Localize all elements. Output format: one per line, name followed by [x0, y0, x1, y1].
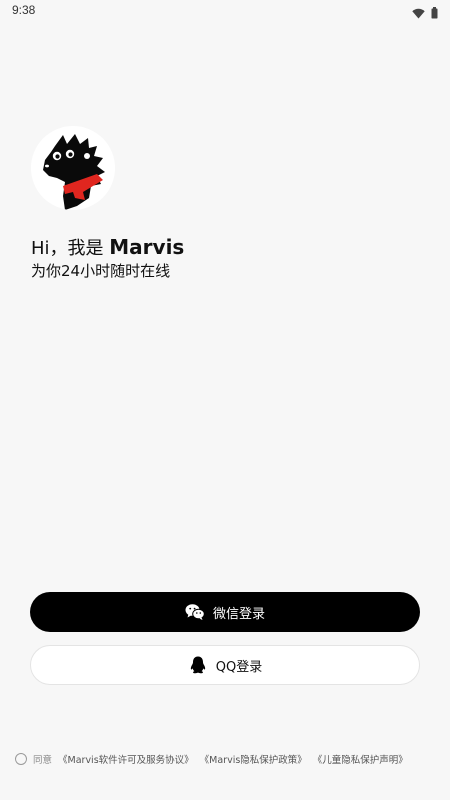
agreement-checkbox[interactable] — [15, 753, 27, 765]
status-time: 9:38 — [12, 3, 36, 17]
agreement-row: 同意 《Marvis软件许可及服务协议》 《Marvis隐私保护政策》 《儿童隐… — [15, 752, 408, 766]
greeting-title: Hi，我是 Marvis — [31, 234, 184, 260]
battery-icon — [431, 4, 438, 23]
marvis-mascot-avatar — [31, 126, 115, 210]
privacy-policy-link[interactable]: 《Marvis隐私保护政策》 — [200, 752, 307, 766]
greeting-prefix: Hi，我是 — [31, 238, 110, 259]
qq-login-button[interactable]: QQ登录 — [30, 645, 420, 685]
wechat-login-label: 微信登录 — [212, 606, 265, 622]
login-screen: 9:38 Hi，我是 Marvis 为你24小时随时在线 微信登录 QQ登录 同… — [0, 0, 450, 800]
child-privacy-link[interactable]: 《儿童隐私保护声明》 — [313, 752, 408, 766]
qq-login-label: QQ登录 — [215, 659, 263, 675]
brand-name: Marvis — [109, 235, 185, 259]
license-agreement-link[interactable]: 《Marvis软件许可及服务协议》 — [58, 752, 194, 766]
agreement-prefix: 同意 — [33, 755, 53, 766]
wifi-icon — [412, 4, 425, 23]
wechat-login-button[interactable]: 微信登录 — [30, 592, 420, 632]
wechat-icon — [185, 602, 205, 622]
status-icons — [412, 4, 438, 23]
qq-penguin-icon — [188, 655, 208, 675]
greeting-subtitle: 为你24小时随时在线 — [31, 262, 171, 280]
status-bar: 9:38 — [0, 0, 450, 22]
